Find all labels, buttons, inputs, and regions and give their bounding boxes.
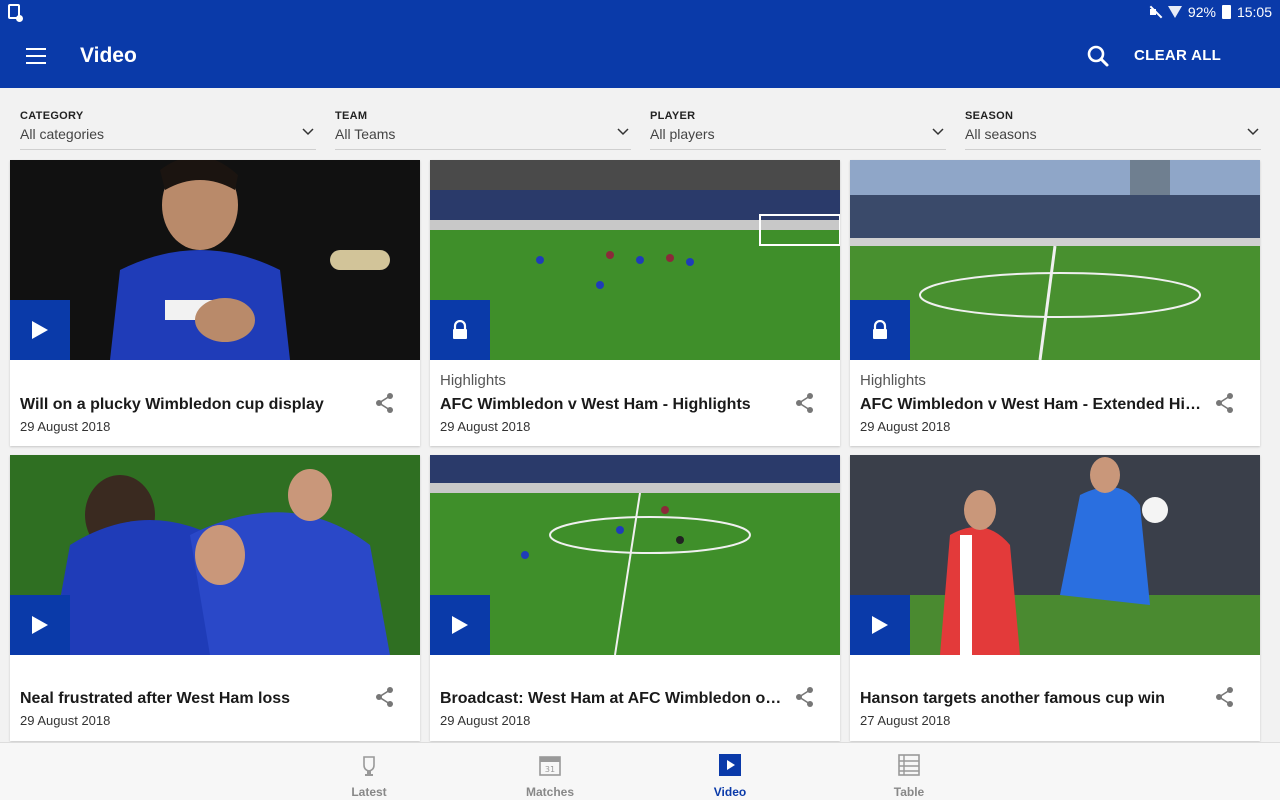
player-filter[interactable]: PLAYER All players: [650, 110, 946, 150]
share-icon[interactable]: [1214, 392, 1236, 414]
filter-value: All players: [650, 126, 715, 142]
filter-value: All categories: [20, 126, 105, 142]
video-thumbnail[interactable]: [430, 160, 840, 360]
video-thumbnail[interactable]: [850, 455, 1260, 655]
calendar-icon: 31: [539, 756, 561, 776]
play-button[interactable]: [850, 595, 910, 655]
lock-icon: [453, 320, 467, 339]
wifi-icon: [1167, 6, 1182, 18]
video-card[interactable]: Neal frustrated after West Ham loss 29 A…: [10, 455, 420, 741]
app-bar: Video CLEAR ALL: [0, 24, 1280, 88]
video-date: 29 August 2018: [440, 713, 531, 728]
clock: 15:05: [1236, 4, 1272, 20]
share-icon[interactable]: [794, 392, 816, 414]
status-indicators: 92% 15:05: [1148, 4, 1272, 20]
season-filter[interactable]: SEASON All seasons: [965, 110, 1261, 150]
category-filter[interactable]: CATEGORY All categories: [20, 110, 316, 150]
chevron-down-icon: [617, 128, 629, 136]
share-icon[interactable]: [374, 392, 396, 414]
play-button[interactable]: [10, 300, 70, 360]
video-title: Neal frustrated after West Ham loss: [20, 690, 291, 707]
mute-icon: [1148, 5, 1162, 19]
nav-label: Latest: [351, 785, 387, 799]
video-thumbnail[interactable]: [430, 455, 840, 655]
video-date: 29 August 2018: [20, 419, 111, 434]
video-category: Highlights: [860, 372, 926, 389]
video-title: Will on a plucky Wimbledon cup display: [20, 396, 324, 413]
filter-label: CATEGORY: [20, 110, 84, 122]
video-card[interactable]: Highlights AFC Wimbledon v West Ham - Hi…: [430, 160, 840, 446]
filter-label: SEASON: [965, 110, 1014, 122]
play-icon: [872, 616, 888, 634]
video-thumbnail[interactable]: [850, 160, 1260, 360]
play-button[interactable]: [430, 595, 490, 655]
search-icon[interactable]: [1086, 44, 1110, 68]
video-date: 27 August 2018: [860, 713, 951, 728]
video-title: AFC Wimbledon v West Ham - Highlights: [440, 396, 751, 413]
screenshot-notification-icon: [8, 4, 23, 22]
status-bar: 92% 15:05: [0, 0, 1280, 24]
play-icon: [32, 616, 48, 634]
video-thumbnail[interactable]: [10, 455, 420, 655]
chevron-down-icon: [932, 128, 944, 136]
chevron-down-icon: [302, 128, 314, 136]
filter-label: TEAM: [335, 110, 368, 122]
filter-value: All seasons: [965, 126, 1037, 142]
nav-label: Table: [893, 785, 925, 799]
video-title: Hanson targets another famous cup win: [860, 690, 1165, 707]
nav-table[interactable]: Table: [859, 743, 959, 800]
locked-badge[interactable]: [850, 300, 910, 360]
video-date: 29 August 2018: [440, 419, 531, 434]
trophy-crest-icon: [363, 756, 375, 776]
video-thumbnail[interactable]: [10, 160, 420, 360]
chevron-down-icon: [1247, 128, 1259, 136]
clear-all-button[interactable]: CLEAR ALL: [1134, 47, 1221, 64]
battery-icon: [1221, 5, 1231, 19]
filter-label: PLAYER: [650, 110, 696, 122]
play-icon: [32, 321, 48, 339]
video-title: Broadcast: West Ham at AFC Wimbledon on.…: [440, 690, 785, 707]
locked-badge[interactable]: [430, 300, 490, 360]
filter-value: All Teams: [335, 126, 396, 142]
nav-video[interactable]: Video: [680, 743, 780, 800]
nav-latest[interactable]: Latest: [319, 743, 419, 800]
page-title: Video: [80, 44, 137, 67]
lock-icon: [873, 320, 887, 339]
table-list-icon: [898, 754, 920, 776]
share-icon[interactable]: [794, 686, 816, 708]
video-date: 29 August 2018: [20, 713, 111, 728]
video-title: AFC Wimbledon v West Ham - Extended High…: [860, 396, 1205, 413]
video-card[interactable]: Will on a plucky Wimbledon cup display 2…: [10, 160, 420, 446]
filter-bar: CATEGORY All categories TEAM All Teams P…: [0, 88, 1280, 158]
play-button[interactable]: [10, 595, 70, 655]
video-card[interactable]: Highlights AFC Wimbledon v West Ham - Ex…: [850, 160, 1260, 446]
battery-percent: 92%: [1187, 4, 1216, 20]
share-icon[interactable]: [374, 686, 396, 708]
video-date: 29 August 2018: [860, 419, 951, 434]
bottom-nav: Latest 31 Matches Video Table: [0, 742, 1280, 800]
video-card[interactable]: Broadcast: West Ham at AFC Wimbledon on.…: [430, 455, 840, 741]
nav-matches[interactable]: 31 Matches: [500, 743, 600, 800]
nav-label: Video: [713, 785, 747, 799]
video-play-icon: [719, 754, 741, 776]
nav-label: Matches: [525, 785, 575, 799]
share-icon[interactable]: [1214, 686, 1236, 708]
svg-text:31: 31: [545, 765, 555, 774]
video-category: Highlights: [440, 372, 506, 389]
play-icon: [452, 616, 468, 634]
menu-icon[interactable]: [26, 48, 46, 64]
team-filter[interactable]: TEAM All Teams: [335, 110, 631, 150]
video-card[interactable]: Hanson targets another famous cup win 27…: [850, 455, 1260, 741]
